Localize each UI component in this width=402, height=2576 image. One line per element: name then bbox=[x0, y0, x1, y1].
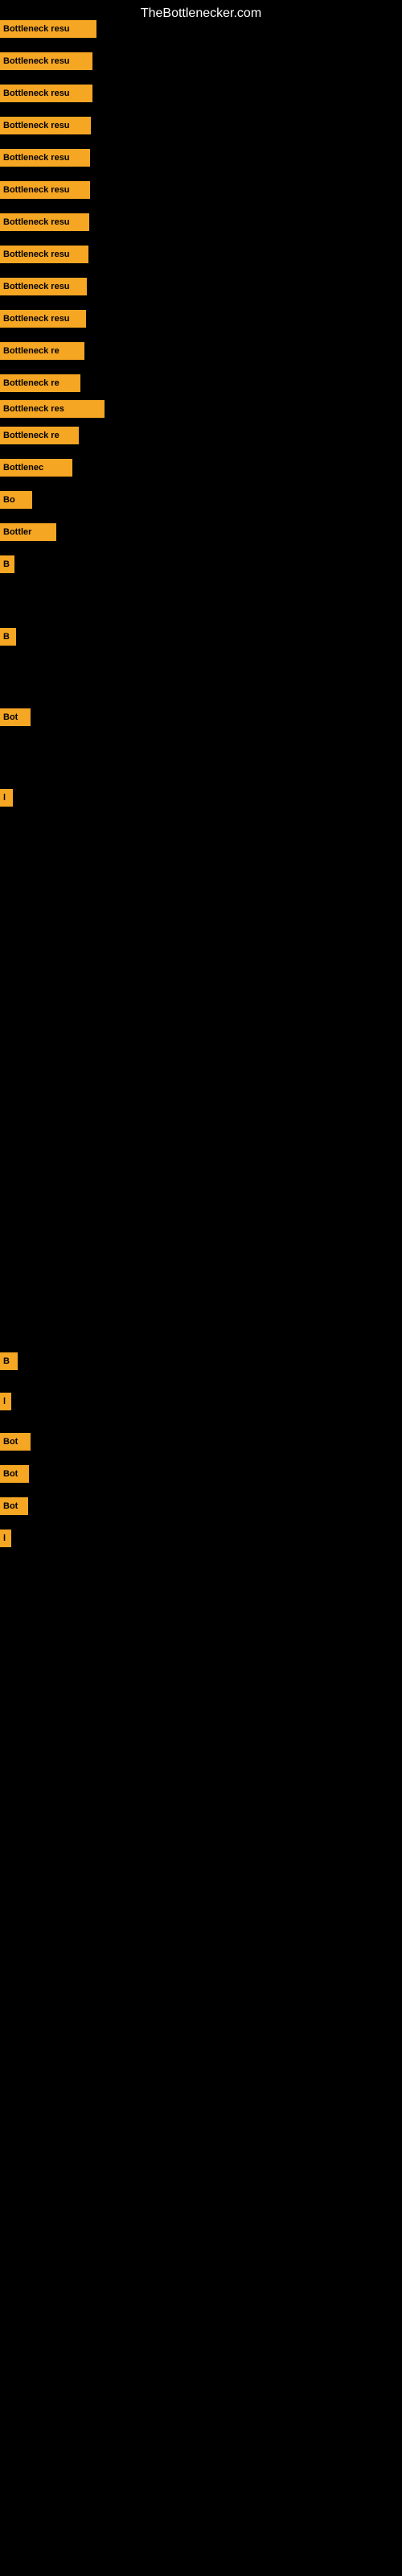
bottleneck-result-bar: Bottleneck re bbox=[0, 427, 79, 444]
bottleneck-result-bar: Bottleneck resu bbox=[0, 52, 92, 70]
bottleneck-result-bar: Bot bbox=[0, 1497, 28, 1515]
bottleneck-result-bar: Bottleneck resu bbox=[0, 85, 92, 102]
bottleneck-result-bar: Bottleneck resu bbox=[0, 278, 87, 295]
bottleneck-result-bar: l bbox=[0, 789, 13, 807]
bottleneck-result-bar: Bottleneck re bbox=[0, 342, 84, 360]
bottleneck-result-bar: Bottleneck re bbox=[0, 374, 80, 392]
bottleneck-result-bar: Bot bbox=[0, 708, 31, 726]
bottleneck-result-bar: Bottleneck resu bbox=[0, 246, 88, 263]
bottleneck-result-bar: B bbox=[0, 555, 14, 573]
bottleneck-result-bar: l bbox=[0, 1530, 11, 1547]
bottleneck-result-bar: Bottleneck resu bbox=[0, 213, 89, 231]
bottleneck-result-bar: Bottlenec bbox=[0, 459, 72, 477]
bottleneck-result-bar: B bbox=[0, 628, 16, 646]
bottleneck-result-bar: Bottleneck resu bbox=[0, 20, 96, 38]
bottleneck-result-bar: Bottleneck res bbox=[0, 400, 105, 418]
bottleneck-result-bar: Bottleneck resu bbox=[0, 117, 91, 134]
bottleneck-result-bar: Bot bbox=[0, 1465, 29, 1483]
bottleneck-result-bar: Bottleneck resu bbox=[0, 181, 90, 199]
bottleneck-result-bar: l bbox=[0, 1393, 11, 1410]
bottleneck-result-bar: Bottleneck resu bbox=[0, 149, 90, 167]
bottleneck-result-bar: Bo bbox=[0, 491, 32, 509]
bottleneck-result-bar: Bot bbox=[0, 1433, 31, 1451]
bottleneck-result-bar: Bottleneck resu bbox=[0, 310, 86, 328]
bottleneck-result-bar: Bottler bbox=[0, 523, 56, 541]
bottleneck-result-bar: B bbox=[0, 1352, 18, 1370]
